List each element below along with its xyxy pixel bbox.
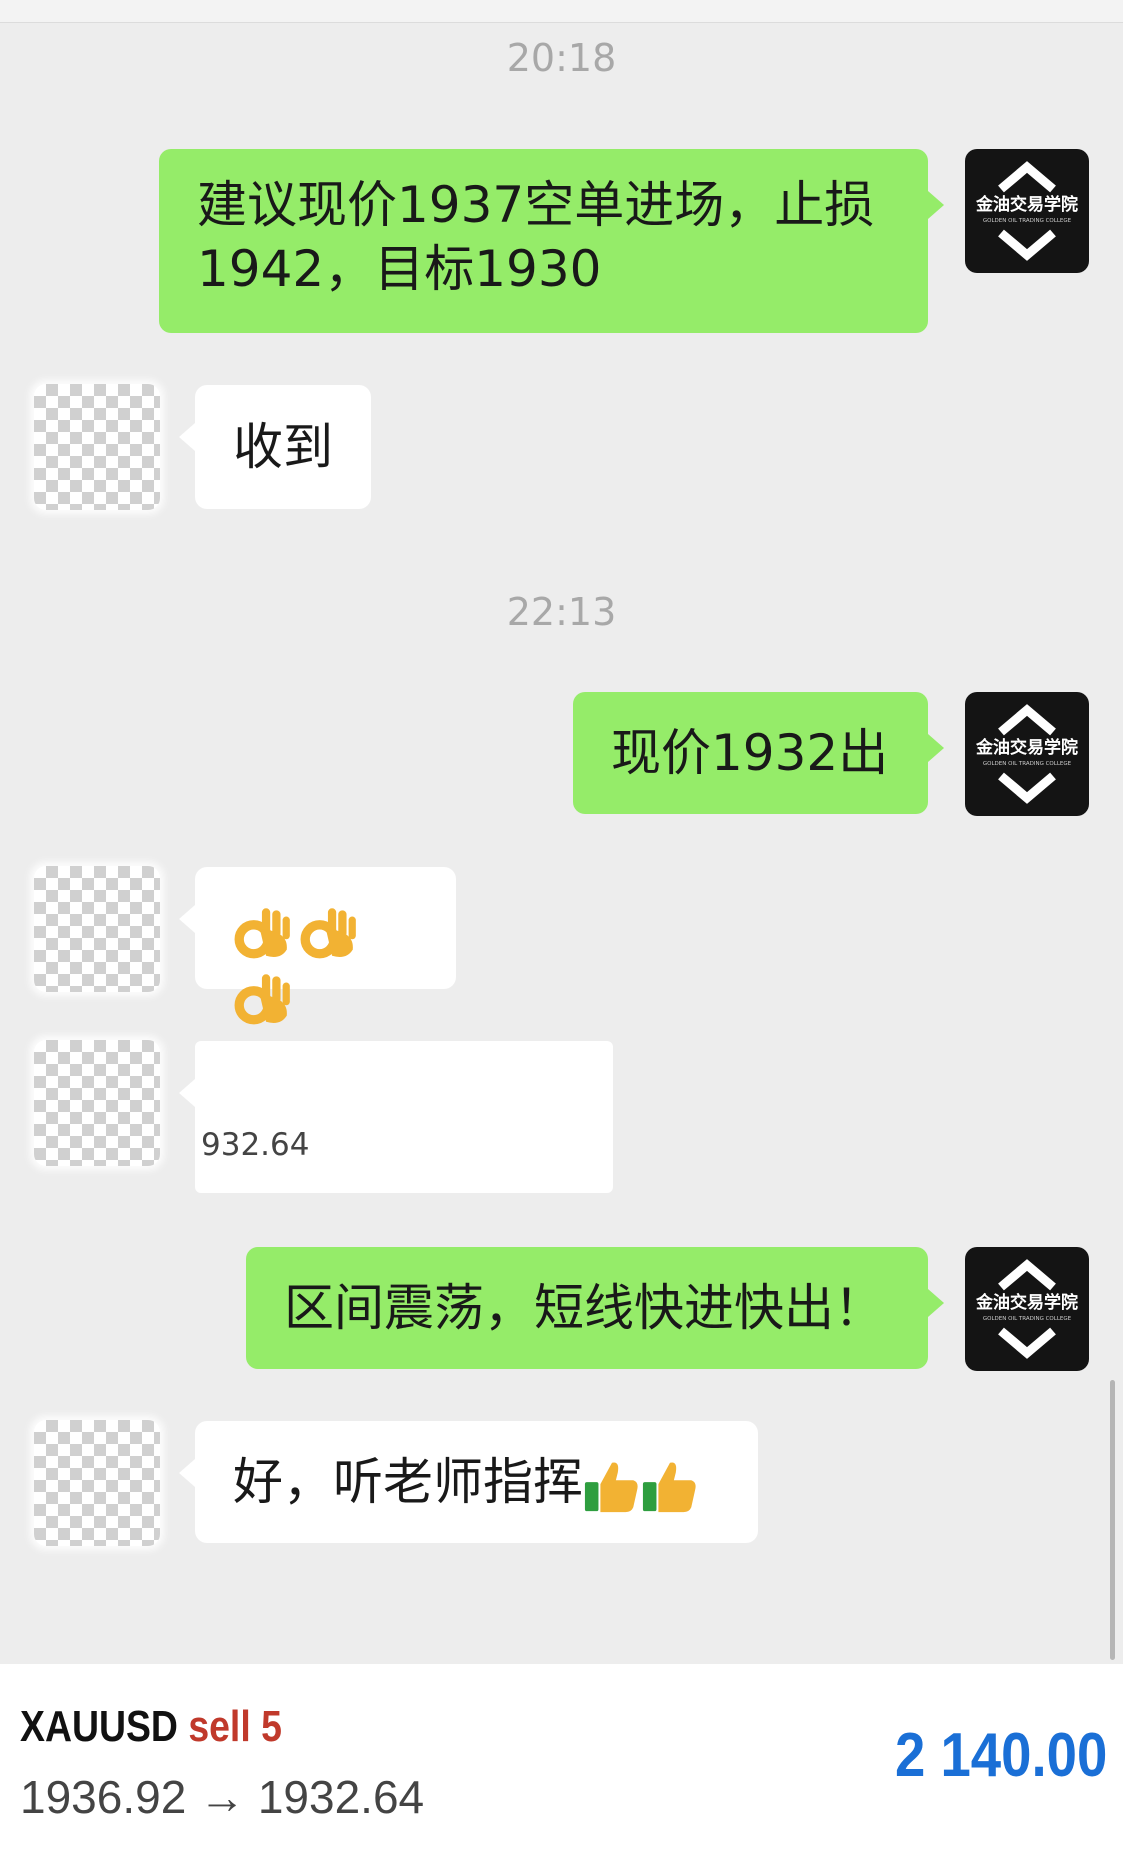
image-message[interactable]: 932.64 [179, 1041, 613, 1193]
message-text: 区间震荡，短线快进快出！ [284, 1279, 884, 1337]
contact-avatar[interactable] [34, 1420, 160, 1546]
thumbs-up-icon [584, 1462, 638, 1512]
message-text: 932.64 [201, 1127, 310, 1163]
ok-hand-icon [234, 907, 290, 958]
message-bubble-received[interactable]: 收到 [179, 385, 371, 509]
svg-text:GOLDEN OIL TRADING COLLEGE: GOLDEN OIL TRADING COLLEGE [983, 761, 1072, 767]
scrollbar[interactable] [1110, 1380, 1115, 1660]
trade-prices: 1936.92 → 1932.64 [20, 1770, 424, 1824]
ok-hand-icon [234, 974, 290, 1025]
open-price: 1936.92 [20, 1771, 187, 1823]
trade-side: sell 5 [188, 1702, 282, 1751]
message-text: 好，听老师指挥 [233, 1453, 583, 1511]
logo-icon: 金油交易学院 GOLDEN OIL TRADING COLLEGE [975, 161, 1078, 261]
ok-hand-icon [300, 907, 356, 958]
svg-text:GOLDEN OIL TRADING COLLEGE: GOLDEN OIL TRADING COLLEGE [983, 1316, 1072, 1322]
logo-text: 金油交易学院 [975, 194, 1078, 215]
message-bubble-received[interactable]: 好，听老师指挥 [179, 1421, 758, 1543]
svg-text:金油交易学院: 金油交易学院 [975, 737, 1078, 758]
svg-text:金油交易学院: 金油交易学院 [975, 1292, 1078, 1313]
contact-avatar[interactable] [34, 866, 160, 992]
my-avatar[interactable]: 金油交易学院 GOLDEN OIL TRADING COLLEGE [965, 149, 1089, 273]
message-bubble-received[interactable] [179, 867, 456, 1025]
message-text: 现价1932出 [611, 724, 889, 782]
top-divider [0, 0, 1123, 23]
close-price: 1932.64 [257, 1771, 425, 1823]
trade-profit: 2 140.00 [894, 1721, 1107, 1790]
message-bubble-sent[interactable]: 区间震荡，短线快进快出！ [246, 1247, 944, 1369]
message-bubble-sent[interactable]: 现价1932出 [573, 692, 944, 814]
logo-subtext: GOLDEN OIL TRADING COLLEGE [983, 218, 1072, 224]
message-text: 建议现价1937空单进场，止损 [197, 176, 875, 234]
timestamp: 20:18 [506, 36, 617, 80]
logo-icon: 金油交易学院 GOLDEN OIL TRADING COLLEGE [975, 704, 1078, 804]
trade-symbol: XAUUSD sell 5 [20, 1702, 282, 1752]
logo-icon: 金油交易学院 GOLDEN OIL TRADING COLLEGE [975, 1259, 1078, 1359]
contact-avatar[interactable] [34, 1040, 160, 1166]
message-text: 1942，目标1930 [197, 240, 602, 298]
my-avatar[interactable]: 金油交易学院 GOLDEN OIL TRADING COLLEGE [965, 692, 1089, 816]
message-text: 收到 [233, 418, 333, 476]
timestamp: 22:13 [506, 590, 617, 634]
thumbs-up-icon [642, 1462, 696, 1512]
arrow-icon: → [199, 1771, 246, 1823]
symbol-label: XAUUSD [20, 1702, 178, 1751]
contact-avatar[interactable] [34, 384, 160, 510]
message-bubble-sent[interactable]: 建议现价1937空单进场，止损 1942，目标1930 [159, 149, 944, 333]
my-avatar[interactable]: 金油交易学院 GOLDEN OIL TRADING COLLEGE [965, 1247, 1089, 1371]
